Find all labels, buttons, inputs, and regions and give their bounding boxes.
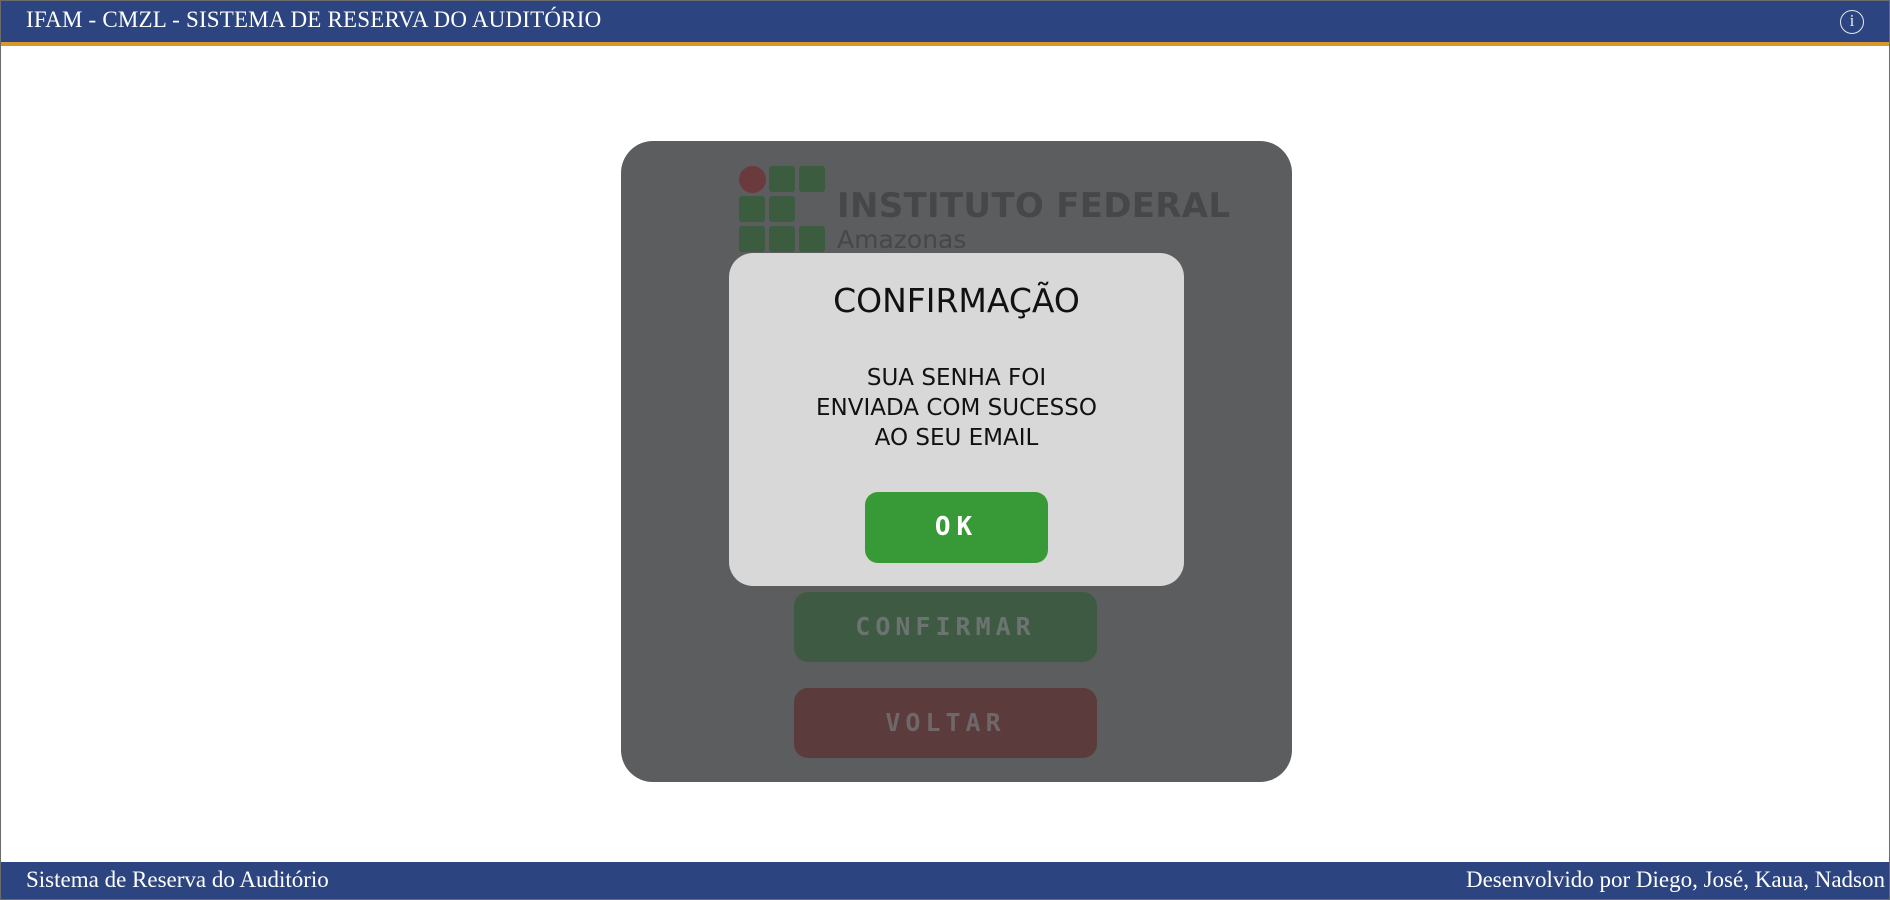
ok-button[interactable]: OK xyxy=(865,492,1048,563)
dialog-title: CONFIRMAÇÃO xyxy=(833,281,1080,320)
footer-bar: Sistema de Reserva do Auditório Desenvol… xyxy=(1,862,1889,899)
confirmation-dialog: CONFIRMAÇÃO SUA SENHA FOI ENVIADA COM SU… xyxy=(729,253,1184,586)
logo-title: INSTITUTO FEDERAL xyxy=(837,186,1231,226)
dialog-message-line: SUA SENHA FOI xyxy=(866,365,1047,391)
dialog-message-line: AO SEU EMAIL xyxy=(874,425,1039,451)
dialog-message: SUA SENHA FOI ENVIADA COM SUCESSO AO SEU… xyxy=(729,363,1184,453)
confirm-button[interactable]: CONFIRMAR xyxy=(794,592,1097,662)
logo-grid-icon xyxy=(739,166,829,256)
info-icon[interactable]: i xyxy=(1840,10,1864,34)
logo-subtitle: Amazonas xyxy=(837,225,967,254)
dialog-message-line: ENVIADA COM SUCESSO xyxy=(816,395,1097,421)
top-header-bar: IFAM - CMZL - SISTEMA DE RESERVA DO AUDI… xyxy=(1,1,1889,46)
footer-credits: Desenvolvido por Diego, José, Kaua, Nads… xyxy=(1465,867,1885,892)
back-button[interactable]: VOLTAR xyxy=(794,688,1097,758)
app-title: IFAM - CMZL - SISTEMA DE RESERVA DO AUDI… xyxy=(26,7,602,32)
footer-system-name: Sistema de Reserva do Auditório xyxy=(26,867,329,892)
